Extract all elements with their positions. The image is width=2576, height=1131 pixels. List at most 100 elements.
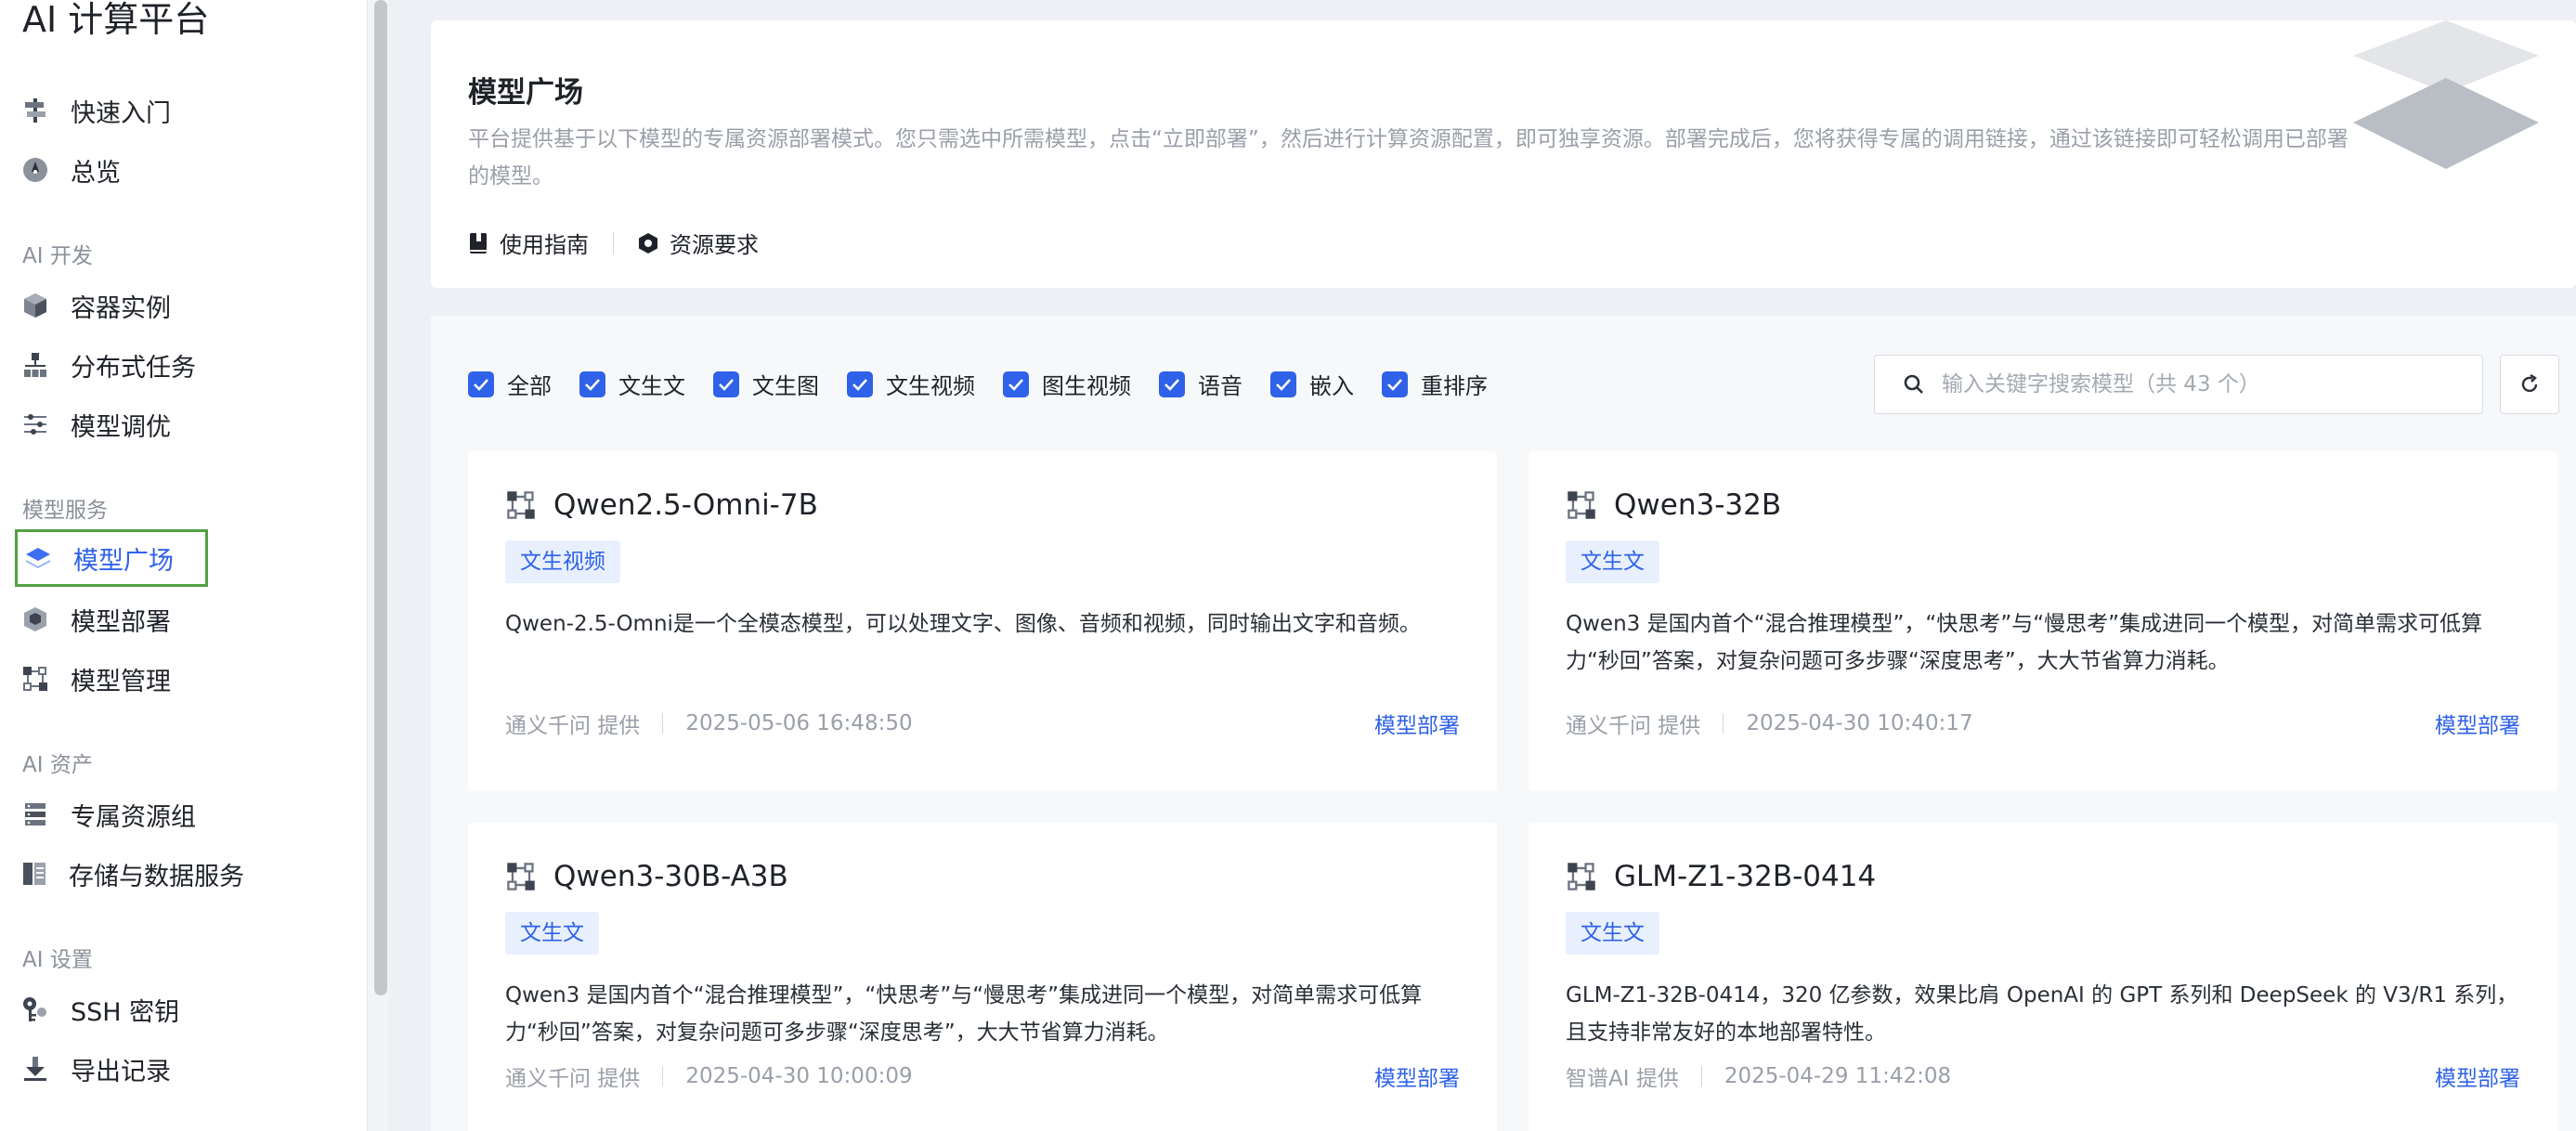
deploy-model-link[interactable]: 模型部署 <box>2435 708 2520 739</box>
storage-icon <box>20 859 48 889</box>
model-description: Qwen3 是国内首个“混合推理模型”，“快思考”与“慢思考”集成进同一个模型，… <box>505 983 1423 1045</box>
sidebar-item-label: 导出记录 <box>71 1057 171 1086</box>
model-card[interactable]: Qwen3-32B 文生文 Qwen3 是国内首个“混合推理模型”，“快思考”与… <box>1529 451 2557 791</box>
intro-links: 使用指南 资源要求 <box>468 227 759 259</box>
model-card-footer: 通义千问 提供 2025-04-30 10:00:09 模型部署 <box>505 1060 1460 1092</box>
sidebar-item-ssh-keys[interactable]: SSH 密钥 <box>15 981 210 1038</box>
sidebar-item-distributed-tasks[interactable]: 分布式任务 <box>15 336 210 394</box>
filter-speech[interactable]: 语音 <box>1159 368 1242 400</box>
category-filters: 全部 文生文 文生图 文生视频 图生视频 语音 嵌入 重排序 <box>468 368 1516 400</box>
sidebar-section-title: AI 设置 <box>22 948 93 972</box>
model-card-footer: 通义千问 提供 2025-05-06 16:48:50 模型部署 <box>505 708 1460 739</box>
usage-guide-link[interactable]: 使用指南 <box>468 227 589 259</box>
checkbox-checked-icon <box>579 370 605 397</box>
sidebar-item-model-deploy[interactable]: 模型部署 <box>15 591 210 648</box>
checkbox-checked-icon <box>1270 370 1296 397</box>
layers-icon <box>23 543 53 573</box>
model-card[interactable]: GLM-Z1-32B-0414 文生文 GLM-Z1-32B-0414，320 … <box>1529 823 2557 1131</box>
compass-icon <box>20 155 50 185</box>
sidebar-section-title: 模型服务 <box>22 499 108 523</box>
sidebar-item-quickstart[interactable]: 快速入门 <box>15 82 210 139</box>
sidebar-item-storage[interactable]: 存储与数据服务 <box>15 845 244 903</box>
sidebar-scrollbar-thumb[interactable] <box>374 0 387 995</box>
model-list-panel: 全部 文生文 文生图 文生视频 图生视频 语音 嵌入 重排序 输入关键字搜索模型… <box>431 316 2576 1131</box>
model-name[interactable]: Qwen2.5-Omni-7B <box>553 488 818 522</box>
checkbox-checked-icon <box>1382 370 1408 397</box>
model-name[interactable]: Qwen3-32B <box>1614 488 1781 522</box>
sidebar-item-label: SSH 密钥 <box>71 997 180 1027</box>
sidebar-item-overview[interactable]: 总览 <box>15 141 210 199</box>
model-name[interactable]: GLM-Z1-32B-0414 <box>1614 860 1876 893</box>
model-nodes-icon <box>20 664 50 694</box>
model-nodes-icon <box>507 491 535 519</box>
filter-image-to-video[interactable]: 图生视频 <box>1003 368 1131 400</box>
model-date: 2025-04-30 10:40:17 <box>1746 711 1973 735</box>
model-card-header: GLM-Z1-32B-0414 <box>1566 860 1876 893</box>
usage-guide-label: 使用指南 <box>500 232 589 258</box>
intro-panel: 模型广场 平台提供基于以下模型的专属资源部署模式。您只需选中所需模型，点击“立即… <box>431 20 2576 288</box>
model-type-tag: 文生文 <box>505 912 599 955</box>
model-date: 2025-05-06 16:48:50 <box>685 711 913 735</box>
sidebar-item-fine-tuning[interactable]: 模型调优 <box>15 396 210 453</box>
key-icon <box>20 994 50 1024</box>
book-icon <box>470 232 487 254</box>
sidebar-section-title: AI 资产 <box>22 753 93 777</box>
model-search-box <box>1874 355 2483 414</box>
model-card[interactable]: Qwen3-30B-A3B 文生文 Qwen3 是国内首个“混合推理模型”，“快… <box>468 823 1497 1131</box>
sidebar-item-label: 模型调优 <box>71 412 171 442</box>
deploy-model-link[interactable]: 模型部署 <box>2435 1060 2520 1092</box>
model-description: Qwen3 是国内首个“混合推理模型”，“快思考”与“慢思考”集成进同一个模型，… <box>1566 612 2483 673</box>
model-name[interactable]: Qwen3-30B-A3B <box>553 860 788 893</box>
hexagon-icon <box>639 232 657 254</box>
app-title: AI 计算平台 <box>22 0 210 40</box>
model-card-footer: 智谱AI 提供 2025-04-29 11:42:08 模型部署 <box>1566 1060 2520 1092</box>
sidebar-item-containers[interactable]: 容器实例 <box>15 277 210 334</box>
model-nodes-icon <box>507 863 535 890</box>
model-provider: 通义千问 提供 <box>505 1067 641 1091</box>
filter-all[interactable]: 全部 <box>468 368 552 400</box>
footer-divider <box>662 713 664 734</box>
sidebar-item-label: 容器实例 <box>71 293 171 323</box>
model-description: Qwen-2.5-Omni是一个全模态模型，可以处理文字、图像、音频和视频，同时… <box>505 612 1421 636</box>
search-input[interactable] <box>1942 372 2462 396</box>
filter-label: 重排序 <box>1421 373 1488 399</box>
sliders-icon <box>20 410 50 439</box>
deploy-model-link[interactable]: 模型部署 <box>1374 1060 1460 1092</box>
resource-requirements-label: 资源要求 <box>670 232 759 258</box>
filter-text-to-image[interactable]: 文生图 <box>713 368 819 400</box>
filter-text-to-video[interactable]: 文生视频 <box>847 368 975 400</box>
resource-requirements-link[interactable]: 资源要求 <box>638 227 759 259</box>
checkbox-checked-icon <box>713 370 739 397</box>
footer-divider <box>662 1066 664 1086</box>
model-card[interactable]: Qwen2.5-Omni-7B 文生视频 Qwen-2.5-Omni是一个全模态… <box>468 451 1497 791</box>
model-card-header: Qwen3-30B-A3B <box>505 860 788 893</box>
filter-rerank[interactable]: 重排序 <box>1382 368 1488 400</box>
filter-embedding[interactable]: 嵌入 <box>1270 368 1354 400</box>
model-card-footer: 通义千问 提供 2025-04-30 10:40:17 模型部署 <box>1566 708 2520 739</box>
filter-label: 语音 <box>1198 373 1242 399</box>
checkbox-checked-icon <box>847 370 873 397</box>
server-icon <box>20 800 50 829</box>
link-divider <box>613 231 614 254</box>
deploy-model-link[interactable]: 模型部署 <box>1374 708 1460 739</box>
page-description: 平台提供基于以下模型的专属资源部署模式。您只需选中所需模型，点击“立即部署”，然… <box>468 127 2348 188</box>
filter-text-to-text[interactable]: 文生文 <box>579 368 685 400</box>
filter-label: 图生视频 <box>1042 373 1131 399</box>
page-title: 模型广场 <box>468 76 583 110</box>
sidebar-item-label: 模型部署 <box>71 607 171 637</box>
sidebar-item-label: 模型管理 <box>71 667 171 696</box>
sidebar-item-model-management[interactable]: 模型管理 <box>15 650 210 708</box>
refresh-button[interactable] <box>2500 355 2559 414</box>
model-date: 2025-04-30 10:00:09 <box>685 1064 913 1088</box>
sidebar-item-resource-groups[interactable]: 专属资源组 <box>15 786 210 843</box>
footer-divider <box>1723 713 1724 734</box>
filter-label: 文生视频 <box>886 373 975 399</box>
filter-label: 全部 <box>507 373 552 399</box>
hierarchy-icon <box>20 350 50 380</box>
filter-label: 文生文 <box>618 373 685 399</box>
sidebar-item-label: 存储与数据服务 <box>69 862 244 891</box>
sidebar-item-export-records[interactable]: 导出记录 <box>15 1040 210 1098</box>
decorative-layers-illustration <box>2353 20 2539 169</box>
model-type-tag: 文生文 <box>1566 912 1659 955</box>
sidebar-item-model-plaza[interactable]: 模型广场 <box>15 529 208 587</box>
